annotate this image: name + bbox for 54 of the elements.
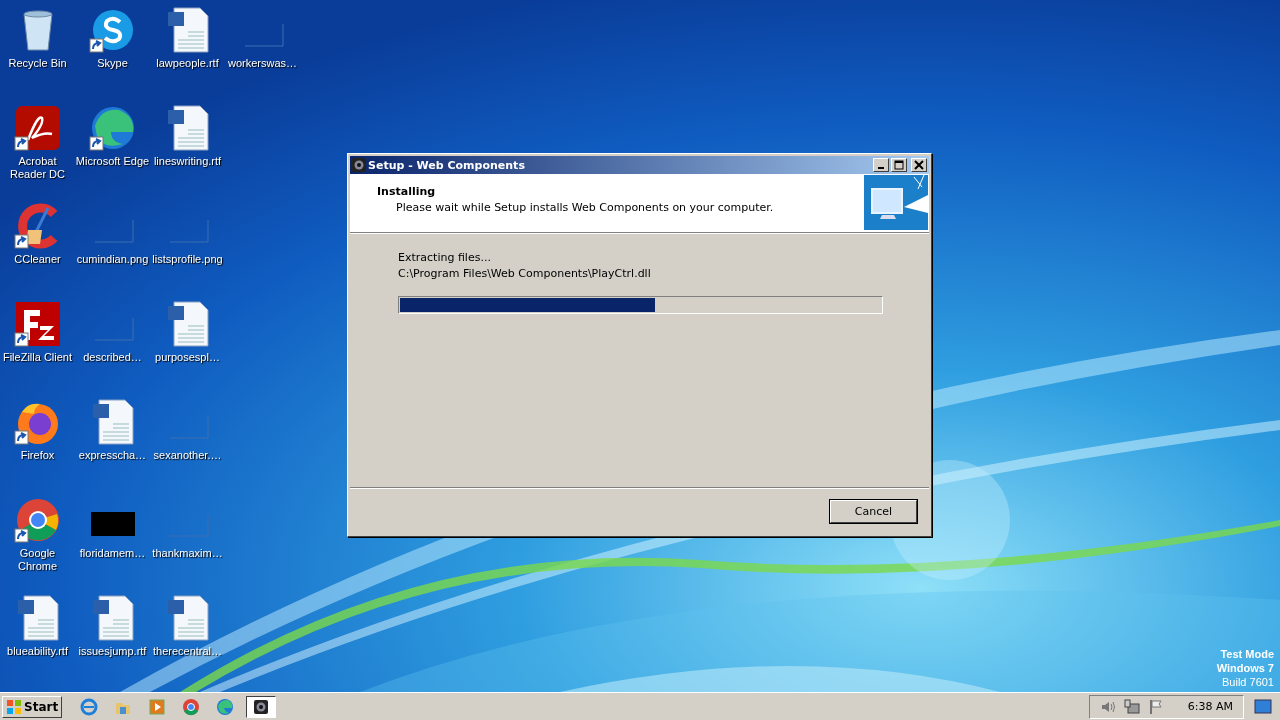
taskbar-window-button[interactable] [246, 695, 277, 718]
network-icon[interactable] [1123, 698, 1140, 715]
maximize-button[interactable] [891, 158, 907, 172]
camera-icon [352, 158, 366, 172]
icon-label: issuesjump.rtf [77, 645, 148, 658]
icon-label: floridamem… [78, 547, 147, 560]
icon-label: thankmaxim… [151, 547, 224, 560]
icon-label: listsprofile.png [151, 253, 224, 266]
icon-label: Microsoft Edge [75, 155, 150, 168]
icon-label: FileZilla Client [1, 351, 74, 364]
cancel-button[interactable]: Cancel [830, 499, 917, 523]
app-icon[interactable] [13, 300, 62, 348]
icon-label: Skype [96, 57, 129, 70]
icon-label: Acrobat Reader DC [9, 155, 66, 181]
icon-label: lawpeople.rtf [155, 57, 220, 70]
icon-label: therecentral… [151, 645, 224, 658]
app-icon[interactable] [13, 496, 62, 544]
icon-label: lineswriting.rtf [152, 155, 223, 168]
clock[interactable]: 6:38 AM [1187, 700, 1233, 713]
page-subheading: Please wait while Setup installs Web Components on your computer. [395, 201, 774, 214]
maximize-icon [894, 160, 904, 170]
os-notice-text: Test Mode [1220, 647, 1274, 661]
media-player-icon[interactable] [148, 697, 167, 716]
os-notice-text: Windows 7 [1216, 661, 1274, 675]
close-icon [914, 160, 924, 170]
icon-label: expresscha… [77, 449, 148, 462]
camera-icon [254, 699, 269, 714]
minimize-button[interactable] [873, 158, 889, 172]
browser-icon[interactable] [216, 697, 235, 716]
icon-label: workerswas… [226, 57, 299, 70]
file-path-text: C:\Program Files\Web Components\PlayCtrl.dll [398, 267, 652, 280]
status-text: Extracting files... [398, 251, 492, 264]
icon-label: CCleaner [13, 253, 62, 266]
app-icon[interactable] [88, 104, 137, 152]
icon-label: described… [82, 351, 143, 364]
windows-logo-icon [6, 698, 22, 715]
minimize-icon [878, 167, 884, 169]
icon-label: sexanother.… [152, 449, 223, 462]
os-notice-text: Build 7601 [1222, 675, 1274, 689]
icon-label: purposespl… [154, 351, 221, 364]
icon-label: blueability.rtf [6, 645, 69, 658]
page-heading: Installing [377, 185, 437, 198]
window-title: Setup - Web Components [368, 158, 526, 172]
start-button[interactable]: Start [2, 695, 63, 718]
globe-e-icon[interactable] [80, 697, 99, 716]
icon-label: cumindian.png [75, 253, 150, 266]
show-desktop-icon[interactable] [1254, 698, 1272, 715]
browser-icon[interactable] [182, 697, 201, 716]
icon-label: Firefox [19, 449, 56, 462]
icon-label: Google Chrome [16, 547, 59, 573]
close-button[interactable] [911, 158, 927, 172]
icon-label: Recycle Bin [7, 57, 68, 70]
app-icon[interactable] [13, 104, 62, 152]
flag-icon[interactable] [1147, 698, 1164, 715]
